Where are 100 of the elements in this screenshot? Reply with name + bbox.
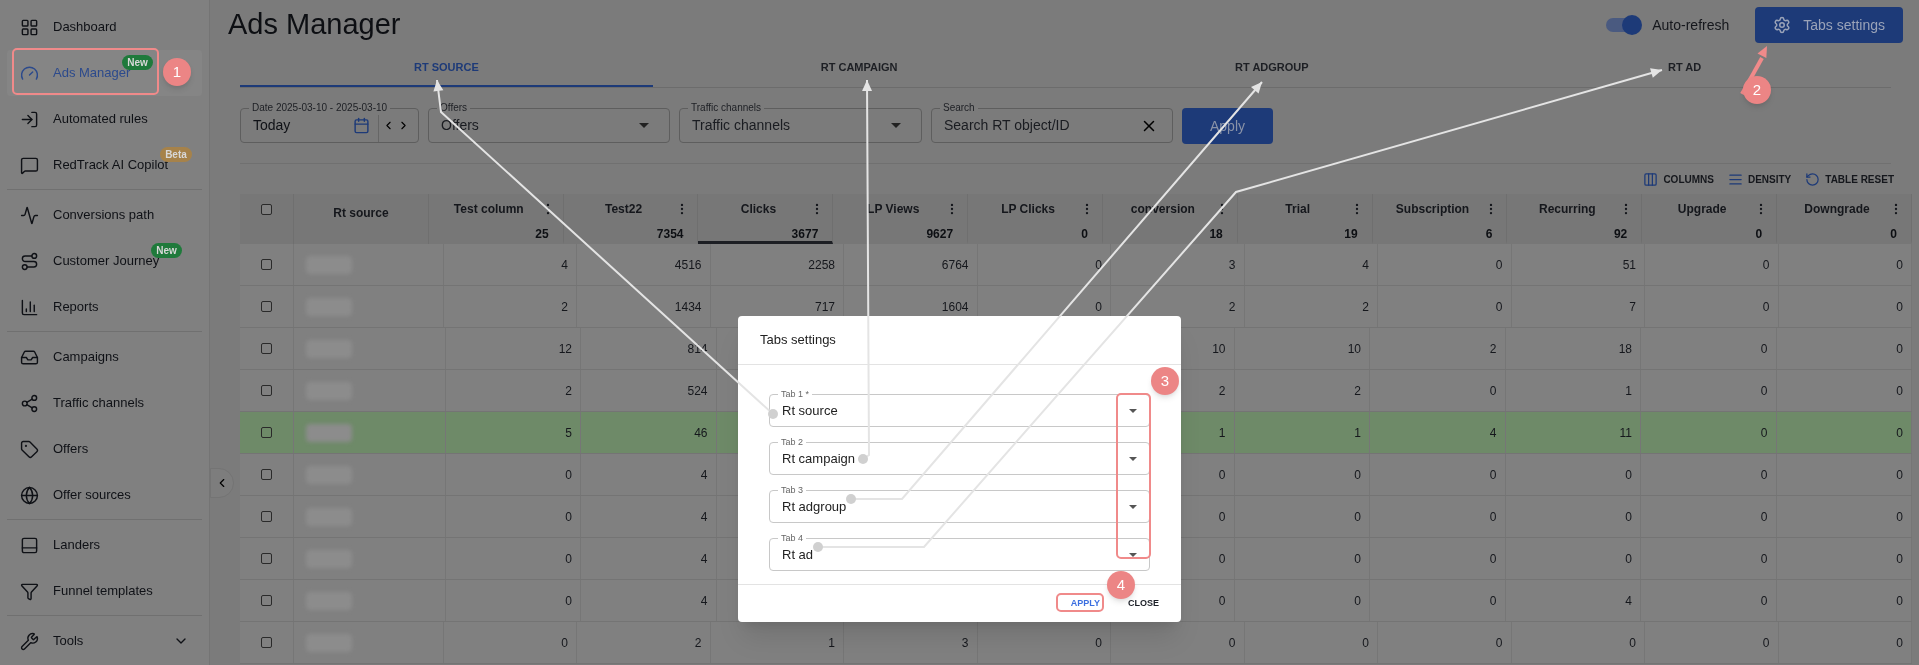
table-cell: 4 xyxy=(1505,580,1641,621)
caret-icon xyxy=(1129,456,1137,461)
table-cell: 3 xyxy=(1111,244,1245,285)
text-input[interactable]: Traffic channels xyxy=(692,115,887,136)
page-title: Ads Manager xyxy=(228,7,401,43)
chat-icon xyxy=(20,155,39,175)
columns-icon xyxy=(1643,171,1659,187)
field-label: Tab 2 xyxy=(778,436,807,448)
checkbox[interactable] xyxy=(261,427,272,438)
field-label: Tab 3 xyxy=(778,484,807,496)
table-cell: 2 xyxy=(577,622,711,663)
table-cell: 0 xyxy=(1505,496,1641,537)
table-cell: 2 xyxy=(1370,328,1506,369)
settings-icon xyxy=(1773,16,1792,34)
toolbar-button[interactable]: DENSITY xyxy=(1727,171,1792,187)
dialog-title: Tabs settings xyxy=(760,331,836,350)
zigzag-chart-icon xyxy=(20,205,39,225)
sidebar-item[interactable]: Tools xyxy=(7,618,202,664)
sidebar-item[interactable]: Conversions path xyxy=(7,192,202,238)
table-cell: 0 xyxy=(1370,370,1506,411)
sidebar-item[interactable]: Dashboard xyxy=(7,4,202,50)
sidebar-item[interactable]: Campaigns xyxy=(7,334,202,380)
table-cell: 0 xyxy=(1778,286,1912,327)
sidebar-item[interactable]: Landers xyxy=(7,522,202,568)
column-total: 18 xyxy=(1209,227,1223,241)
field-label: Date 2025-03-10 - 2025-03-10 xyxy=(249,101,391,115)
table-cell: 0 xyxy=(1776,538,1912,579)
column-total: 7354 xyxy=(656,227,684,241)
wrench-icon xyxy=(20,631,39,651)
table-cell: 4 xyxy=(581,454,717,495)
checkbox[interactable] xyxy=(261,637,272,648)
table-cell: 0 xyxy=(1370,580,1506,621)
table-cell: 0 xyxy=(1234,496,1370,537)
toolbar-button[interactable]: TABLE RESET xyxy=(1805,171,1894,187)
table-cell: 2 xyxy=(443,286,577,327)
sidebar-item[interactable]: Offers xyxy=(7,426,202,472)
caret-icon xyxy=(891,123,901,128)
column-total: 9627 xyxy=(926,227,954,241)
table-cell: 0 xyxy=(1776,328,1912,369)
tab[interactable]: RT SOURCE xyxy=(240,50,653,87)
auto-refresh-toggle[interactable] xyxy=(1606,18,1641,32)
reset-icon xyxy=(1805,171,1821,187)
column-title: Subscription xyxy=(1394,201,1471,218)
table-cell: 0 xyxy=(1234,538,1370,579)
checkbox[interactable] xyxy=(261,204,272,215)
tab[interactable]: RT ADGROUP xyxy=(1065,50,1479,87)
table-cell: 2258 xyxy=(710,244,844,285)
table-cell: 7 xyxy=(1511,286,1645,327)
calendar-icon[interactable] xyxy=(353,117,370,134)
checkbox[interactable] xyxy=(261,259,272,270)
badge: New xyxy=(151,242,182,258)
sidebar-item[interactable]: Traffic channels xyxy=(7,380,202,426)
checkbox[interactable] xyxy=(261,469,272,480)
sidebar-item[interactable]: RedTrack AI Copilot Beta xyxy=(7,142,202,188)
checkbox[interactable] xyxy=(261,343,272,354)
table-cell: 4 xyxy=(581,580,717,621)
caret-icon xyxy=(1129,552,1137,557)
checkbox[interactable] xyxy=(261,301,272,312)
tag-icon xyxy=(20,439,39,459)
sidebar-item[interactable]: Reports xyxy=(7,284,202,330)
table-cell: 0 xyxy=(1776,580,1912,621)
checkbox[interactable] xyxy=(261,511,272,522)
sidebar-item[interactable]: Offer sources xyxy=(7,472,202,518)
tabs-settings-button[interactable]: Tabs settings xyxy=(1755,7,1903,43)
table-cell: 0 xyxy=(1378,622,1512,663)
table-cell: 4 xyxy=(443,244,577,285)
badge: New xyxy=(122,54,153,70)
table-cell: 4 xyxy=(581,538,717,579)
column-title: Test column xyxy=(452,201,525,218)
table-cell: 0 xyxy=(445,538,581,579)
text-input[interactable]: Search RT object/ID xyxy=(944,115,1136,136)
text-input[interactable]: Today xyxy=(253,115,349,136)
sidebar-item[interactable]: Customer Journey New xyxy=(7,238,202,284)
column-total: 19 xyxy=(1344,227,1358,241)
table-cell: 0 xyxy=(1641,580,1777,621)
checkbox[interactable] xyxy=(261,385,272,396)
table-cell: 0 xyxy=(445,580,581,621)
table-cell: 0 xyxy=(1641,412,1777,453)
sidebar-item[interactable]: Automated rules xyxy=(7,96,202,142)
table-cell: 2 xyxy=(1244,286,1378,327)
checkbox[interactable] xyxy=(261,553,272,564)
column-title: Trial xyxy=(1284,201,1312,218)
tab[interactable]: RT CAMPAIGN xyxy=(652,50,1066,87)
share-icon xyxy=(20,393,39,413)
gauge-icon xyxy=(20,63,39,83)
table-cell: 0 xyxy=(1641,496,1777,537)
checkbox[interactable] xyxy=(261,595,272,606)
table-cell: 0 xyxy=(1244,622,1378,663)
blurred-text xyxy=(306,423,352,442)
toggle-label: Auto-refresh xyxy=(1652,15,1730,35)
table-cell: 0 xyxy=(1776,412,1912,453)
column-title: Test22 xyxy=(604,201,644,218)
grid-icon xyxy=(20,17,39,37)
table-cell: 0 xyxy=(1511,622,1645,663)
table-cell: 0 xyxy=(1645,622,1779,663)
toolbar-button[interactable]: COLUMNS xyxy=(1643,171,1714,187)
table-cell: 4 xyxy=(1244,244,1378,285)
table-cell: 1434 xyxy=(577,286,711,327)
column-title: Clicks xyxy=(739,201,778,218)
sidebar-item[interactable]: Funnel templates xyxy=(7,568,202,614)
